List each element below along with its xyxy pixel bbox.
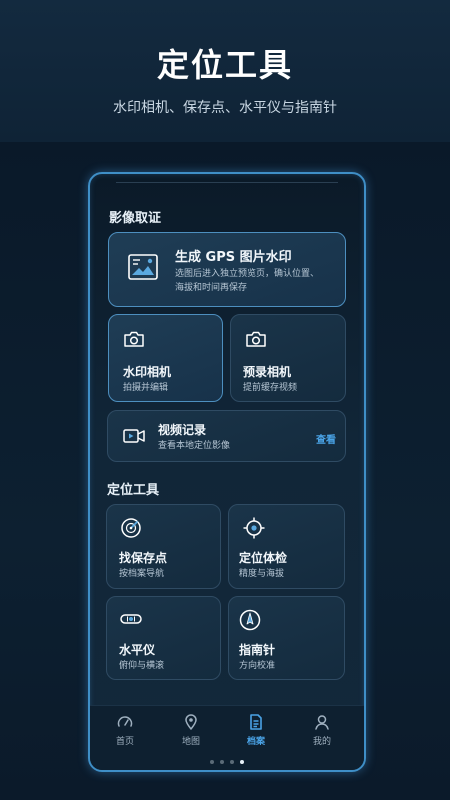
page-dot-current xyxy=(240,760,244,764)
section-title-location-tools: 定位工具 xyxy=(107,483,160,498)
tab-map[interactable]: 地图 xyxy=(161,714,221,747)
gps-card-title: 生成 GPS 图片水印 xyxy=(175,250,292,265)
prerecord-camera-card[interactable]: 预录相机 提前缓存视频 xyxy=(230,314,346,402)
crosshair-icon xyxy=(243,517,265,539)
level-card[interactable]: 水平仪 俯仰与横滚 xyxy=(106,596,221,680)
hero-header: 定位工具 水印相机、保存点、水平仪与指南针 xyxy=(0,0,450,142)
gps-watermark-card[interactable]: 生成 GPS 图片水印 选图后进入独立预览页，确认位置、 海拔和时间再保存 xyxy=(108,232,346,307)
bottom-tab-bar: 首页 地图 档案 我的 xyxy=(90,705,364,770)
location-checkup-card[interactable]: 定位体检 精度与海拔 xyxy=(228,504,345,589)
tab-label-map: 地图 xyxy=(181,737,200,747)
section-title-imaging: 影像取证 xyxy=(109,211,162,226)
camera-icon xyxy=(124,331,144,347)
tab-profile[interactable]: 我的 xyxy=(292,714,352,747)
page-dot xyxy=(210,760,214,764)
tab-archive[interactable]: 档案 xyxy=(226,714,286,747)
tool-desc-location-checkup: 精度与海拔 xyxy=(239,569,285,579)
tool-title-location-checkup: 定位体检 xyxy=(239,551,288,565)
status-bar xyxy=(116,182,338,183)
page-indicator xyxy=(90,760,364,764)
video-record-desc: 查看本地定位影像 xyxy=(158,441,231,451)
tool-desc-find-saved-point: 按档案导航 xyxy=(119,569,165,579)
tool-title-level: 水平仪 xyxy=(119,643,156,657)
watermark-camera-card[interactable]: 水印相机 拍摄并编辑 xyxy=(108,314,223,402)
video-record-view-link[interactable]: 查看 xyxy=(316,431,336,446)
video-record-title: 视频记录 xyxy=(158,423,207,437)
video-record-card[interactable]: 视频记录 查看本地定位影像 查看 xyxy=(107,410,346,462)
tab-label-home: 首页 xyxy=(115,737,134,747)
hero-subtitle: 水印相机、保存点、水平仪与指南针 xyxy=(113,100,337,116)
document-icon xyxy=(250,714,262,730)
image-icon xyxy=(128,254,158,280)
gauge-icon xyxy=(117,716,133,727)
find-saved-point-card[interactable]: 找保存点 按档案导航 xyxy=(106,504,221,589)
hero-title: 定位工具 xyxy=(156,46,293,84)
tool-desc-level: 俯仰与横滚 xyxy=(119,661,165,671)
compass-card[interactable]: 指南针 方向校准 xyxy=(228,596,345,680)
video-camera-icon xyxy=(123,429,145,443)
tab-label-profile: 我的 xyxy=(312,737,331,747)
watermark-camera-desc: 拍摄并编辑 xyxy=(123,383,169,393)
user-icon xyxy=(315,715,329,730)
map-pin-icon xyxy=(185,714,197,730)
gps-card-desc-2: 海拔和时间再保存 xyxy=(175,283,248,293)
gps-card-desc-1: 选图后进入独立预览页，确认位置、 xyxy=(175,269,320,279)
prerecord-camera-title: 预录相机 xyxy=(243,365,292,379)
camera-icon xyxy=(246,331,266,347)
tool-desc-compass: 方向校准 xyxy=(239,661,276,671)
tool-title-find-saved-point: 找保存点 xyxy=(119,551,168,565)
page-dot xyxy=(220,760,224,764)
radar-icon xyxy=(121,518,141,538)
tab-home[interactable]: 首页 xyxy=(95,714,155,747)
tool-title-compass: 指南针 xyxy=(239,643,276,657)
compass-icon xyxy=(239,609,261,631)
phone-frame: 影像取证 生成 GPS 图片水印 选图后进入独立预览页，确认位置、 海拔和时间再… xyxy=(88,172,366,772)
tab-label-archive: 档案 xyxy=(246,737,265,747)
watermark-camera-title: 水印相机 xyxy=(123,365,172,379)
prerecord-camera-desc: 提前缓存视频 xyxy=(243,383,298,393)
page-dot xyxy=(230,760,234,764)
level-icon xyxy=(120,614,142,624)
